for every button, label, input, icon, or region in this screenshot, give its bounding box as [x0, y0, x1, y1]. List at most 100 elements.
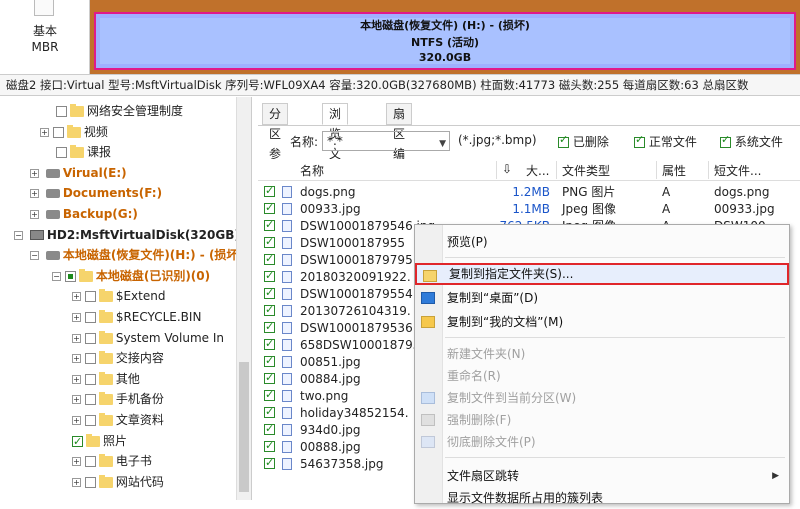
context-menu-item[interactable]: 重命名(R): [415, 365, 789, 387]
tree-item[interactable]: + 网站代码: [72, 472, 164, 492]
context-menu-item[interactable]: 复制文件到当前分区(W): [415, 387, 789, 409]
scrollbar-thumb[interactable]: [239, 362, 249, 492]
tree-item[interactable]: + Documents(F:): [30, 183, 162, 203]
deleted-filter-checkbox[interactable]: 已删除: [558, 133, 609, 150]
checkbox[interactable]: [72, 432, 83, 452]
expand-toggle-icon[interactable]: +: [30, 189, 39, 199]
file-checkbox[interactable]: [264, 233, 275, 251]
name-filter-input[interactable]: *.* ▼: [322, 131, 450, 151]
checkbox[interactable]: [84, 312, 96, 323]
file-checkbox[interactable]: [264, 335, 275, 353]
checkbox[interactable]: [84, 291, 96, 303]
expand-toggle-icon[interactable]: +: [72, 354, 81, 364]
file-checkbox[interactable]: [264, 403, 275, 421]
expand-toggle-icon[interactable]: +: [30, 210, 39, 219]
context-menu-item[interactable]: 复制到指定文件夹(S)...: [415, 263, 789, 285]
tree-item[interactable]: + $RECYCLE.BIN: [72, 307, 201, 327]
column-header-name[interactable]: 名称: [300, 162, 324, 179]
file-checkbox[interactable]: [264, 318, 275, 336]
file-checkbox[interactable]: [264, 352, 275, 370]
tree-item[interactable]: 课报: [56, 142, 111, 162]
chevron-down-icon[interactable]: ▼: [439, 135, 446, 153]
checkbox[interactable]: [56, 106, 67, 117]
file-checkbox[interactable]: [264, 267, 275, 285]
file-checkbox[interactable]: [264, 284, 275, 302]
tab-sector-editor[interactable]: 扇区编辑: [386, 103, 413, 181]
tree-item[interactable]: + Virual(E:): [30, 163, 127, 183]
tree-item[interactable]: + Backup(G:): [30, 204, 138, 224]
file-checkbox[interactable]: [264, 369, 275, 387]
tree-item[interactable]: − 本地磁盘(已识别)(0): [52, 266, 210, 286]
context-menu-item[interactable]: 复制到“我的文档”(M): [415, 311, 789, 333]
file-checkbox[interactable]: [264, 420, 275, 438]
tree-scrollbar[interactable]: [236, 97, 251, 500]
context-menu-item[interactable]: 新建文件夹(N): [415, 343, 789, 365]
tree-item[interactable]: − 本地磁盘(恢复文件)(H:) - (损坏): [30, 245, 244, 265]
expand-toggle-icon[interactable]: +: [72, 457, 81, 467]
file-checkbox[interactable]: [264, 250, 275, 268]
column-header-attr[interactable]: 属性: [662, 162, 686, 179]
file-checkbox[interactable]: [264, 386, 275, 404]
column-header-size[interactable]: 大...: [526, 162, 549, 179]
file-checkbox[interactable]: [264, 437, 275, 455]
expand-toggle-icon[interactable]: +: [72, 313, 81, 322]
file-row[interactable]: dogs.png 1.2MB PNG 图片 Adogs.png: [258, 182, 800, 201]
file-checkbox[interactable]: [264, 216, 275, 234]
checkbox[interactable]: [84, 415, 96, 426]
expand-toggle-icon[interactable]: −: [52, 271, 61, 281]
column-header-type[interactable]: 文件类型: [562, 162, 610, 179]
checkbox[interactable]: [84, 373, 96, 385]
tree-item[interactable]: + 视频: [40, 122, 108, 142]
partition-selected[interactable]: 本地磁盘(恢复文件) (H:) - (损坏) NTFS (活动) 320.0GB: [94, 12, 796, 70]
checkbox[interactable]: [56, 147, 67, 159]
tree-item[interactable]: + 其他: [72, 369, 140, 389]
checkbox[interactable]: [84, 476, 96, 488]
expand-toggle-icon[interactable]: −: [14, 230, 23, 240]
checkbox[interactable]: [84, 456, 96, 468]
tab-browse-files[interactable]: 浏览文件: [322, 103, 349, 181]
checkbox[interactable]: [84, 332, 96, 344]
file-checkbox[interactable]: [264, 301, 275, 319]
context-menu-item[interactable]: 复制到“桌面”(D): [415, 287, 789, 309]
tree-item[interactable]: + 手机备份: [72, 389, 164, 409]
expand-toggle-icon[interactable]: +: [72, 292, 81, 302]
tree-item[interactable]: + System Volume In: [72, 328, 224, 348]
tab-partition-params[interactable]: 分区参数: [262, 103, 289, 181]
tree-item-label: 视频: [83, 124, 108, 139]
system-files-filter-checkbox[interactable]: 系统文件: [720, 133, 783, 150]
context-menu-item[interactable]: 强制删除(F): [415, 409, 789, 431]
tree-item[interactable]: − HD2:MsftVirtualDisk(320GB): [14, 225, 240, 245]
checkbox[interactable]: [64, 270, 76, 282]
context-menu-item[interactable]: 文件扇区跳转 ▶: [415, 465, 789, 487]
tree-item[interactable]: + 文章资料: [72, 410, 164, 430]
expand-toggle-icon[interactable]: +: [72, 395, 81, 405]
expand-toggle-icon[interactable]: +: [40, 127, 49, 137]
file-checkbox[interactable]: [264, 454, 275, 472]
expand-toggle-icon[interactable]: +: [30, 168, 39, 178]
partition-block[interactable]: 本地磁盘(恢复文件) (H:) - (损坏) NTFS (活动) 320.0GB: [90, 0, 800, 74]
sort-desc-icon[interactable]: ⇩: [502, 162, 512, 176]
context-menu-item[interactable]: 预览(P): [415, 231, 789, 253]
file-row[interactable]: 00933.jpg 1.1MB Jpeg 图像 A 00933.jpg: [258, 199, 800, 218]
column-header-short-name[interactable]: 短文件...: [714, 162, 761, 179]
file-checkbox[interactable]: [264, 199, 275, 217]
expand-toggle-icon[interactable]: +: [72, 477, 81, 487]
tree-item[interactable]: + 电子书: [72, 451, 152, 471]
image-file-icon: [282, 424, 292, 436]
tree-item[interactable]: 网络安全管理制度: [56, 101, 183, 121]
tree-item[interactable]: 照片: [72, 431, 127, 452]
expand-toggle-icon[interactable]: +: [72, 374, 81, 384]
checkbox[interactable]: [84, 353, 96, 365]
expand-toggle-icon[interactable]: +: [72, 333, 81, 343]
normal-files-filter-checkbox[interactable]: 正常文件: [634, 133, 697, 150]
checkbox[interactable]: [52, 126, 64, 138]
tree-item[interactable]: + $Extend: [72, 286, 165, 306]
expand-toggle-icon[interactable]: −: [30, 251, 39, 261]
context-menu-item[interactable]: 显示文件数据所占用的簇列表: [415, 487, 789, 509]
scroll-up-icon[interactable]: [34, 0, 54, 16]
file-checkbox[interactable]: [264, 182, 275, 200]
context-menu-item[interactable]: 彻底删除文件(P): [415, 431, 789, 453]
expand-toggle-icon[interactable]: +: [72, 416, 81, 425]
tree-item[interactable]: + 交接内容: [72, 348, 164, 368]
checkbox[interactable]: [84, 394, 96, 406]
